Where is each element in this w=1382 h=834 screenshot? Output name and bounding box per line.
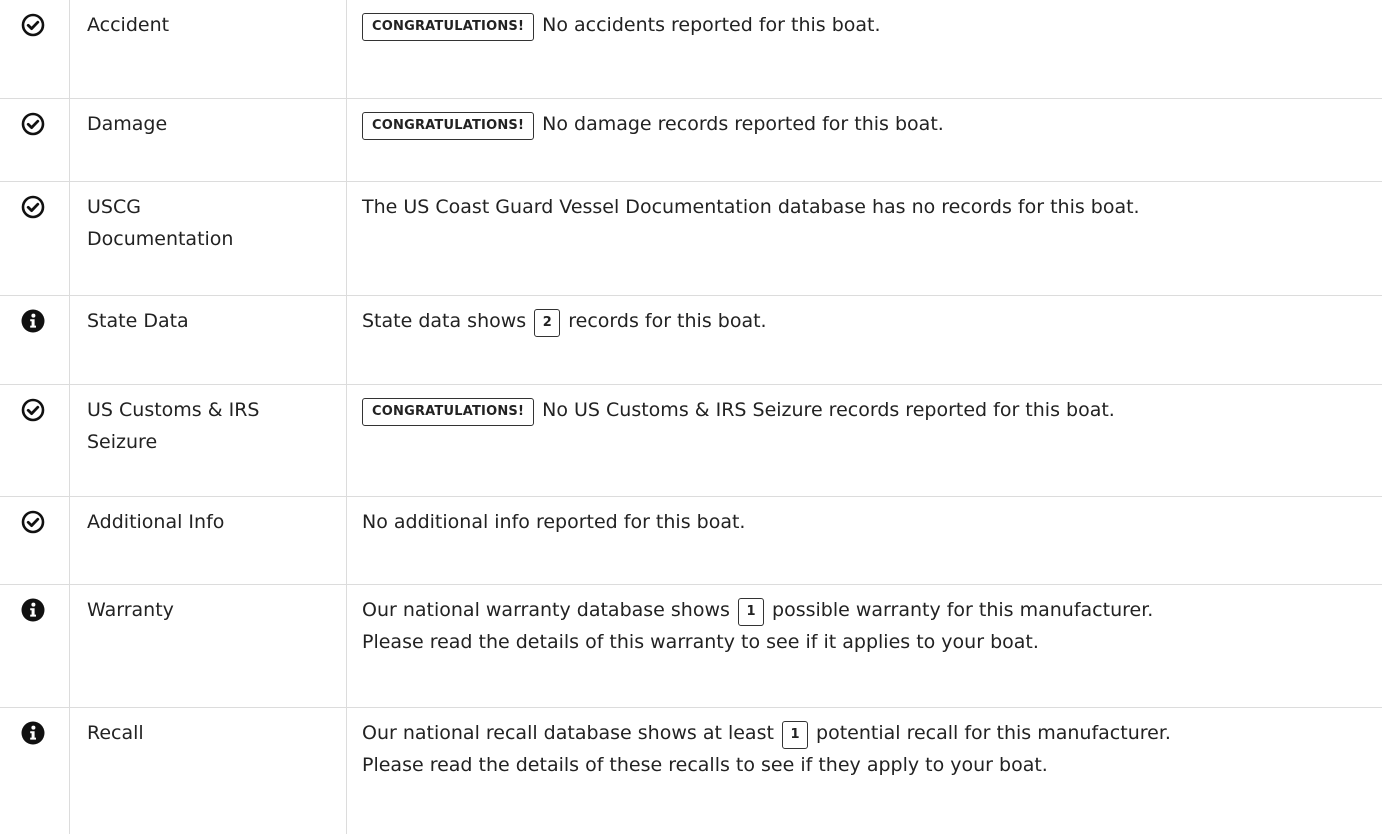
status-cell [0, 0, 70, 98]
check-circle-icon [21, 195, 45, 219]
status-cell [0, 585, 70, 707]
record-count-badge: 2 [534, 309, 561, 337]
category-label: State Data [70, 296, 347, 384]
description-cell: State data shows 2 records for this boat… [347, 296, 1382, 384]
category-label: USCG Documentation [70, 182, 347, 295]
table-row-us-customs-irs-seizure: US Customs & IRS Seizure CONGRATULATIONS… [0, 385, 1382, 497]
description-text-before: State data shows [362, 310, 527, 332]
info-circle-icon [21, 309, 45, 333]
description-text: No accidents reported for this boat. [542, 14, 881, 36]
check-circle-icon [21, 112, 45, 136]
recall-count-badge: 1 [781, 721, 808, 749]
congratulations-badge: CONGRATULATIONS! [362, 13, 535, 41]
check-circle-icon [21, 398, 45, 422]
table-row-state-data: State Data State data shows 2 records fo… [0, 296, 1382, 385]
description-text-after: records for this boat. [568, 310, 767, 332]
category-label: Accident [70, 0, 347, 98]
info-circle-icon [21, 721, 45, 745]
check-circle-icon [21, 13, 45, 37]
check-circle-icon [21, 510, 45, 534]
description-cell: CONGRATULATIONS! No accidents reported f… [347, 0, 1382, 98]
description-cell: CONGRATULATIONS! No damage records repor… [347, 99, 1382, 181]
description-line-2: Please read the details of this warranty… [362, 631, 1039, 653]
table-row-additional-info: Additional Info No additional info repor… [0, 497, 1382, 585]
table-row-damage: Damage CONGRATULATIONS! No damage record… [0, 99, 1382, 182]
congratulations-badge: CONGRATULATIONS! [362, 112, 535, 140]
description-text-before: Our national recall database shows at le… [362, 722, 774, 744]
status-cell [0, 99, 70, 181]
description-line-2: Please read the details of these recalls… [362, 754, 1048, 776]
description-text: No US Customs & IRS Seizure records repo… [542, 399, 1115, 421]
category-label: Damage [70, 99, 347, 181]
status-cell [0, 708, 70, 834]
description-text-after: possible warranty for this manufacturer. [772, 599, 1154, 621]
warranty-count-badge: 1 [737, 598, 764, 626]
description-text: No additional info reported for this boa… [362, 511, 746, 533]
description-line-1: Our national recall database shows at le… [362, 717, 1382, 749]
description-cell: Our national warranty database shows 1 p… [347, 585, 1382, 707]
description-cell: The US Coast Guard Vessel Documentation … [347, 182, 1382, 295]
congratulations-badge: CONGRATULATIONS! [362, 398, 535, 426]
table-row-recall: Recall Our national recall database show… [0, 708, 1382, 834]
category-label: US Customs & IRS Seizure [70, 385, 347, 496]
description-text: The US Coast Guard Vessel Documentation … [362, 196, 1140, 218]
category-label: Recall [70, 708, 347, 834]
status-cell [0, 296, 70, 384]
description-line-1: Our national warranty database shows 1 p… [362, 594, 1382, 626]
info-circle-icon [21, 598, 45, 622]
table-row-warranty: Warranty Our national warranty database … [0, 585, 1382, 708]
category-label: Warranty [70, 585, 347, 707]
description-text-after: potential recall for this manufacturer. [816, 722, 1171, 744]
status-cell [0, 385, 70, 496]
boat-history-report: Accident CONGRATULATIONS! No accidents r… [0, 0, 1382, 834]
table-row-uscg-documentation: USCG Documentation The US Coast Guard Ve… [0, 182, 1382, 296]
status-cell [0, 182, 70, 295]
category-label: Additional Info [70, 497, 347, 584]
description-text-before: Our national warranty database shows [362, 599, 730, 621]
description-cell: CONGRATULATIONS! No US Customs & IRS Sei… [347, 385, 1382, 496]
description-text: No damage records reported for this boat… [542, 113, 944, 135]
description-cell: Our national recall database shows at le… [347, 708, 1382, 834]
description-cell: No additional info reported for this boa… [347, 497, 1382, 584]
status-cell [0, 497, 70, 584]
table-row-accident: Accident CONGRATULATIONS! No accidents r… [0, 0, 1382, 99]
